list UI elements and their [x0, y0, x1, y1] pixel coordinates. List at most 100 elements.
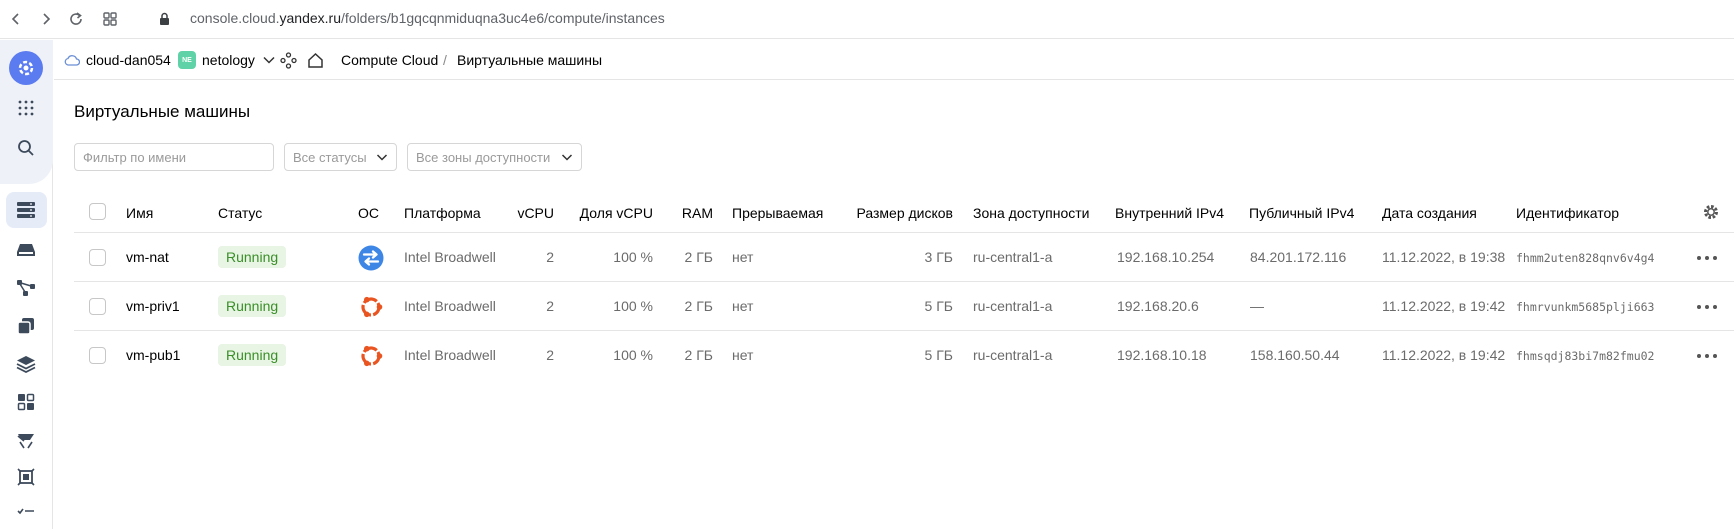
cloud-icon: [64, 54, 80, 66]
nat-instance-icon: [358, 245, 384, 276]
ram-cell: 2 ГБ: [684, 249, 713, 265]
platform-cell: Intel Broadwell: [404, 347, 496, 363]
breadcrumb-separator: /: [443, 52, 447, 68]
zone-filter-select[interactable]: Все зоны доступности: [407, 143, 582, 171]
column-header-public-ipv4[interactable]: Публичный IPv4: [1249, 205, 1354, 221]
snapshots-icon[interactable]: [14, 314, 38, 338]
created-cell: 11.12.2022, в 19:42: [1382, 298, 1506, 314]
zone-cell: ru-central1-a: [973, 249, 1053, 265]
back-icon[interactable]: [6, 9, 26, 29]
console-header: cloud-dan054 NE netology Compute Cloud /…: [54, 40, 1734, 80]
zone-filter-value: Все зоны доступности: [416, 149, 551, 165]
browser-toolbar: console.cloud.yandex.ru/folders/b1gqcqnm…: [0, 0, 1734, 39]
gear-icon[interactable]: [1702, 203, 1720, 226]
internal-ipv4-cell: 192.168.20.6: [1117, 298, 1199, 314]
checklist-icon[interactable]: [14, 502, 38, 526]
disk-size-cell: 5 ГБ: [924, 298, 953, 314]
id-cell[interactable]: fhmsqdj83bi7m82fmu02: [1516, 349, 1654, 363]
created-cell: 11.12.2022, в 19:42: [1382, 347, 1506, 363]
column-header-status[interactable]: Статус: [218, 205, 262, 221]
folder-selector[interactable]: NE netology: [178, 40, 275, 80]
zone-cell: ru-central1-a: [973, 347, 1053, 363]
id-cell[interactable]: fhmrvunkm5685plji663: [1516, 300, 1654, 314]
instance-groups-icon[interactable]: [14, 390, 38, 414]
column-header-platform[interactable]: Платформа: [404, 205, 481, 221]
platform-cell: Intel Broadwell: [404, 298, 496, 314]
table-divider: [74, 232, 1734, 233]
breadcrumb-service[interactable]: Compute Cloud: [341, 40, 438, 80]
public-ipv4-cell: 158.160.50.44: [1250, 347, 1340, 363]
preemptible-cell: нет: [732, 298, 754, 314]
zone-cell: ru-central1-a: [973, 298, 1053, 314]
vcpu-share-cell: 100 %: [613, 298, 653, 314]
status-badge: Running: [218, 295, 287, 317]
address-bar[interactable]: console.cloud.yandex.ru/folders/b1gqcqnm…: [190, 10, 665, 26]
ram-cell: 2 ГБ: [684, 347, 713, 363]
status-filter-value: Все статусы: [293, 149, 367, 165]
disks-icon[interactable]: [14, 238, 38, 262]
url-domain: yandex.ru: [279, 10, 341, 26]
ubuntu-icon: [358, 294, 384, 325]
column-header-preemptible[interactable]: Прерываемая: [732, 205, 823, 221]
dedicated-hosts-icon[interactable]: [14, 465, 38, 489]
column-header-internal-ipv4[interactable]: Внутренний IPv4: [1115, 205, 1224, 221]
cloud-selector[interactable]: cloud-dan054: [64, 40, 171, 80]
column-header-name[interactable]: Имя: [126, 205, 153, 221]
column-header-vcpu[interactable]: vCPU: [510, 205, 554, 221]
virtual-machines-icon[interactable]: [14, 198, 38, 222]
column-header-disk-size[interactable]: Размер дисков: [840, 205, 953, 221]
public-ipv4-cell: —: [1250, 298, 1264, 314]
row-checkbox[interactable]: [89, 249, 106, 266]
page-title: Виртуальные машины: [74, 102, 251, 121]
chevron-down-icon: [561, 151, 573, 166]
more-actions-icon[interactable]: [1697, 351, 1717, 361]
all-services-grid-icon[interactable]: [14, 96, 38, 120]
vcpu-cell: 2: [546, 347, 554, 363]
column-header-os[interactable]: ОС: [358, 205, 379, 221]
ubuntu-icon: [358, 343, 384, 374]
vcpu-share-cell: 100 %: [613, 347, 653, 363]
row-checkbox[interactable]: [89, 298, 106, 315]
gpu-clusters-icon[interactable]: [14, 428, 38, 452]
services-cluster-icon[interactable]: [280, 40, 297, 80]
more-actions-icon[interactable]: [1697, 302, 1717, 312]
search-icon[interactable]: [14, 136, 38, 160]
home-icon[interactable]: [307, 40, 324, 80]
vcpu-cell: 2: [546, 249, 554, 265]
yandex-cloud-logo-icon[interactable]: [9, 51, 43, 85]
column-header-ram[interactable]: RAM: [670, 205, 713, 221]
preemptible-cell: нет: [732, 347, 754, 363]
placement-groups-icon[interactable]: [14, 276, 38, 300]
internal-ipv4-cell: 192.168.10.254: [1117, 249, 1215, 265]
name-filter-input[interactable]: [74, 143, 274, 171]
status-filter-select[interactable]: Все статусы: [284, 143, 397, 171]
created-cell: 11.12.2022, в 19:38: [1382, 249, 1506, 265]
column-header-created[interactable]: Дата создания: [1382, 205, 1477, 221]
public-ipv4-cell: 84.201.172.116: [1250, 249, 1347, 265]
status-badge: Running: [218, 344, 287, 366]
tabs-grid-icon[interactable]: [100, 9, 120, 29]
breadcrumb-current: Виртуальные машины: [457, 52, 603, 68]
url-path: /folders/b1gqcqnmiduqna3uc4e6/compute/in…: [341, 10, 665, 26]
column-header-vcpu-share[interactable]: Доля vCPU: [570, 205, 653, 221]
status-badge: Running: [218, 246, 287, 268]
vm-name-link[interactable]: vm-priv1: [126, 298, 180, 314]
column-header-id[interactable]: Идентификатор: [1516, 205, 1619, 221]
more-actions-icon[interactable]: [1697, 253, 1717, 263]
id-cell[interactable]: fhmm2uten828qnv6v4g4: [1516, 251, 1654, 265]
vm-name-link[interactable]: vm-nat: [126, 249, 169, 265]
disk-size-cell: 5 ГБ: [924, 347, 953, 363]
column-header-zone[interactable]: Зона доступности: [973, 205, 1090, 221]
folder-name: netology: [202, 52, 255, 68]
platform-cell: Intel Broadwell: [404, 249, 496, 265]
name-filter-field[interactable]: [83, 149, 273, 165]
vm-name-link[interactable]: vm-pub1: [126, 347, 180, 363]
reload-icon[interactable]: [66, 9, 86, 29]
ram-cell: 2 ГБ: [684, 298, 713, 314]
lock-icon: [159, 12, 170, 31]
select-all-checkbox[interactable]: [89, 203, 106, 220]
forward-icon[interactable]: [36, 9, 56, 29]
row-checkbox[interactable]: [89, 347, 106, 364]
vcpu-cell: 2: [546, 298, 554, 314]
images-layers-icon[interactable]: [14, 352, 38, 376]
